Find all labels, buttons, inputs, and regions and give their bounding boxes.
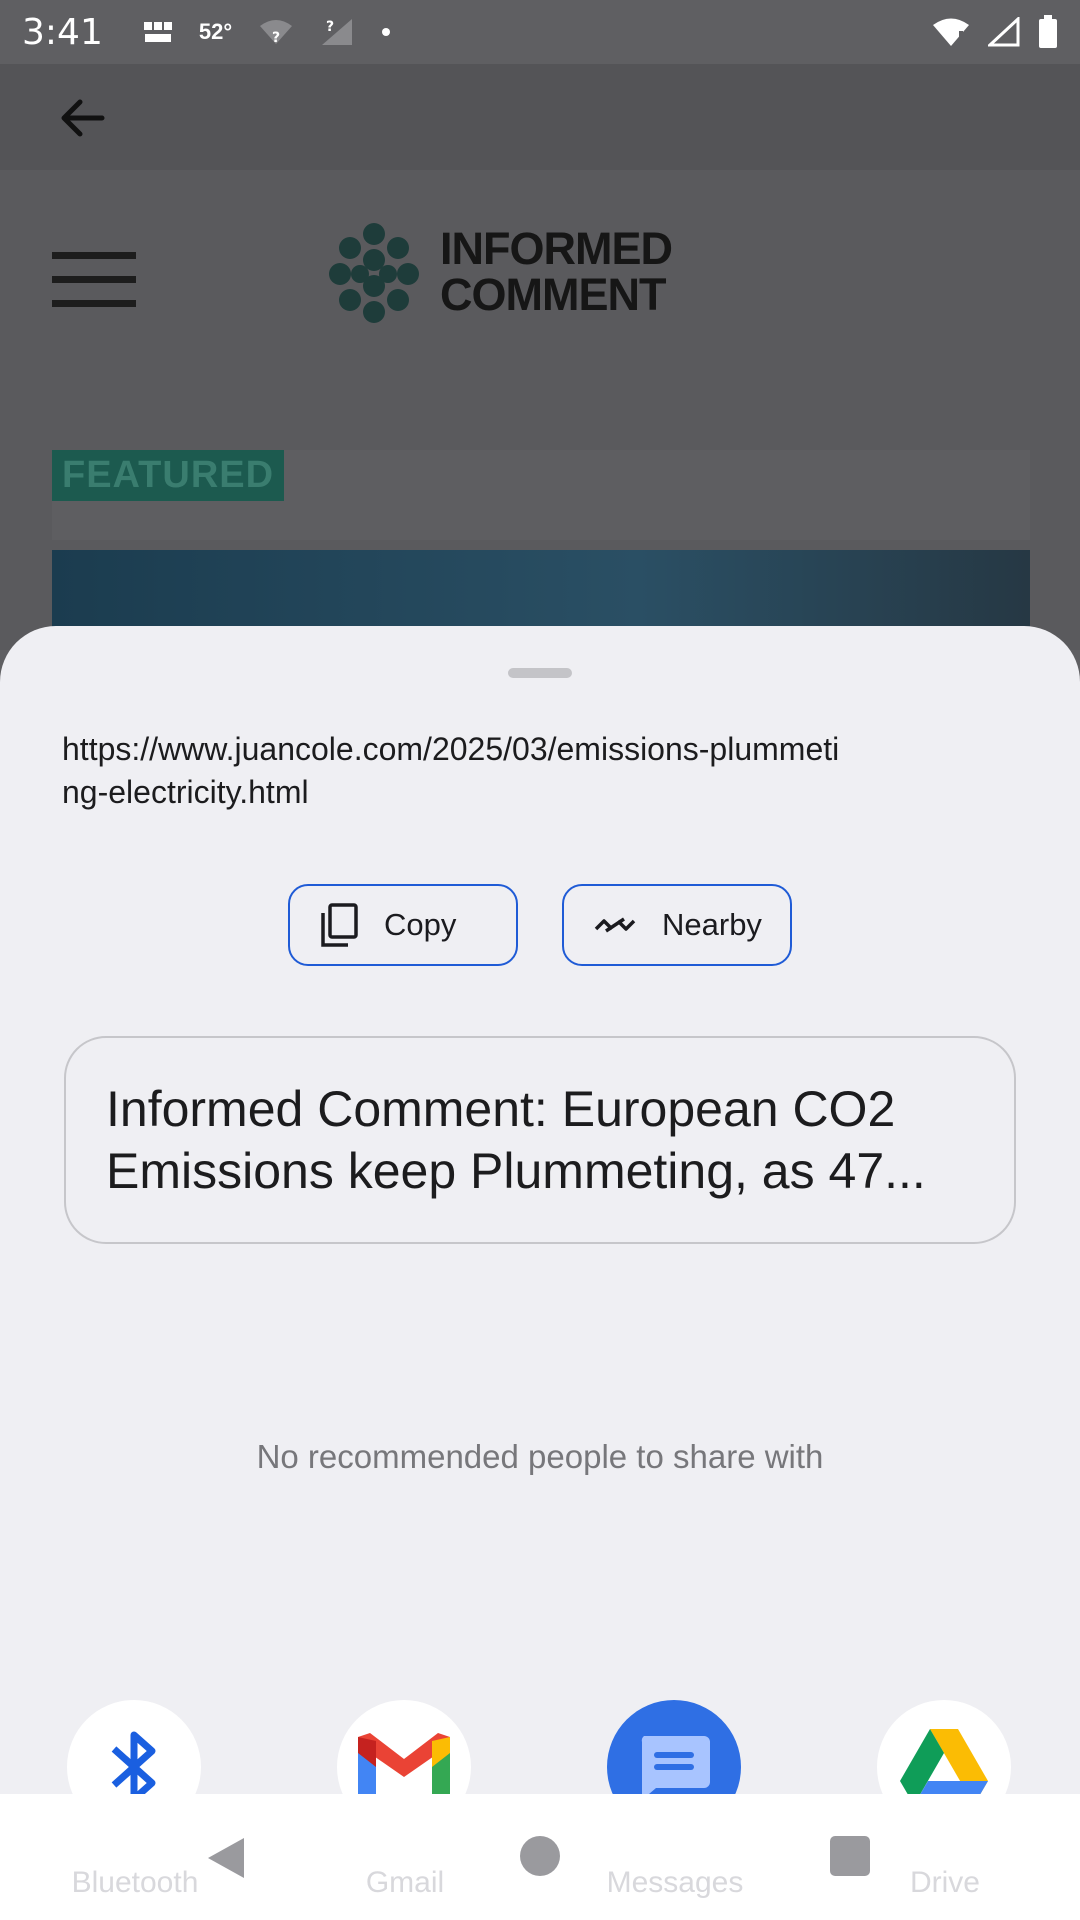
browser-toolbar [0, 64, 1080, 170]
status-left-icons: 52° ? ? [143, 17, 392, 47]
logo-line-comment: COMMENT [440, 269, 666, 320]
share-sheet: https://www.juancole.com/2025/03/emissio… [0, 626, 1080, 1920]
copy-label: Copy [384, 907, 457, 942]
status-time: 3:41 [22, 11, 103, 53]
svg-text:?: ? [326, 19, 334, 35]
bluetooth-label: Bluetooth [71, 1866, 199, 1899]
gmail-icon [358, 1733, 450, 1801]
status-right-icons [932, 15, 1058, 49]
nearby-share-icon [594, 917, 636, 933]
logo-line-informed: INFORMED [440, 223, 673, 274]
messages-icon [641, 1736, 710, 1800]
share-actions-row: Copy Nearby [0, 864, 1080, 988]
featured-tag: FEATURED [52, 450, 285, 501]
battery-icon [1039, 15, 1057, 48]
svg-text:?: ? [272, 30, 280, 46]
shared-url: https://www.juancole.com/2025/03/emissio… [62, 731, 840, 810]
link-preview-title: Informed Comment: European CO2 Emissions… [106, 1081, 926, 1199]
system-navigation-bar [0, 1794, 1080, 1920]
site-logo-text: INFORMED COMMENT [440, 223, 673, 320]
copy-icon [321, 903, 358, 947]
wifi-question-icon: ? [260, 20, 293, 46]
status-bar: 3:41 52° ? ? [0, 0, 1080, 64]
link-preview-card: Informed Comment: European CO2 Emissions… [64, 1036, 1016, 1244]
temperature-label: 52° [198, 19, 233, 44]
web-page-background: INFORMED COMMENT FEATURED [0, 170, 1080, 670]
signal-question-icon: ? [322, 19, 353, 45]
drive-label: Drive [909, 1866, 980, 1899]
wifi-icon [933, 18, 969, 46]
messages-label: Messages [606, 1866, 744, 1899]
bbc-news-icon [143, 22, 172, 42]
drag-handle[interactable] [508, 668, 572, 678]
no-recommended-people-message: No recommended people to share with [256, 1438, 824, 1475]
hamburger-menu-icon [52, 252, 136, 312]
nearby-label: Nearby [662, 907, 762, 942]
dot-icon [382, 28, 391, 36]
gmail-label: Gmail [365, 1866, 445, 1899]
back-arrow-icon[interactable] [56, 92, 108, 144]
signal-icon [988, 17, 1020, 47]
nearby-share-button[interactable]: Nearby [562, 884, 792, 966]
site-logo-icon [329, 223, 419, 323]
copy-button[interactable]: Copy [288, 884, 518, 966]
